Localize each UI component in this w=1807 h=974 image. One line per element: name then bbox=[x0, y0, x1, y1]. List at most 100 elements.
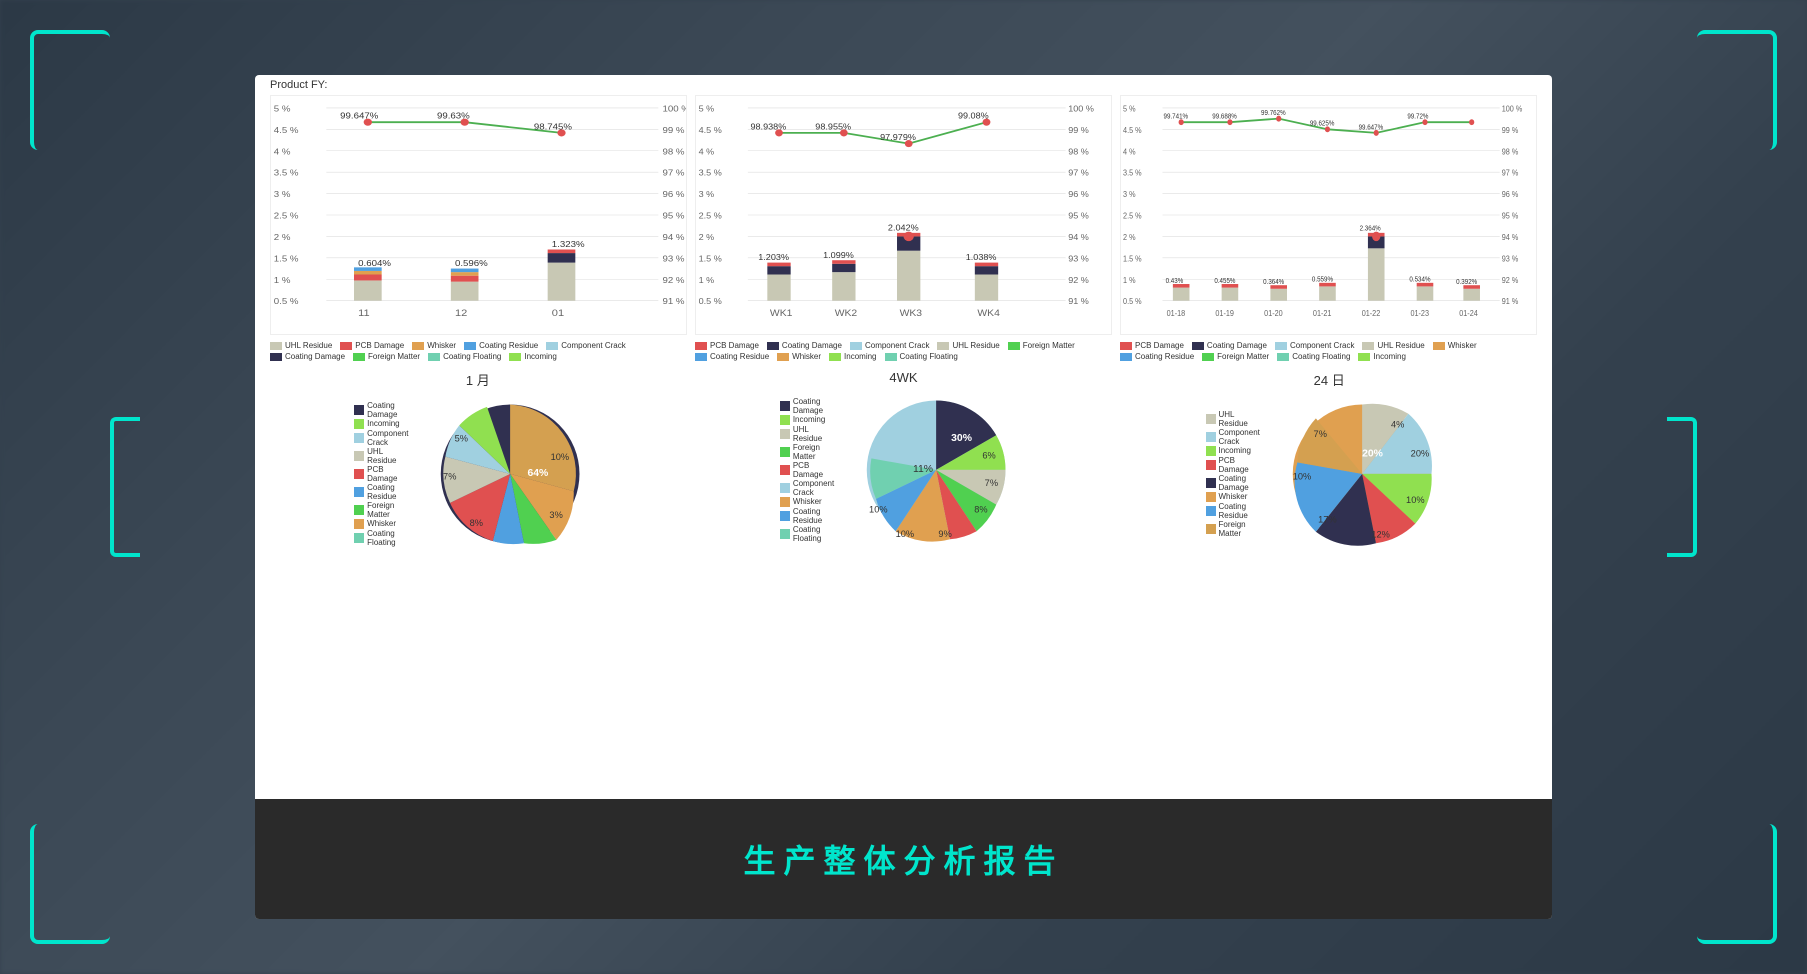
svg-text:0.5 %: 0.5 % bbox=[1123, 297, 1142, 307]
svg-text:01-22: 01-22 bbox=[1362, 309, 1381, 319]
legend-item: Coating Residue bbox=[695, 352, 769, 361]
svg-text:3.5 %: 3.5 % bbox=[274, 168, 299, 177]
pie1-title: 1 月 bbox=[466, 370, 490, 389]
svg-text:95 %: 95 % bbox=[1502, 211, 1519, 221]
svg-text:94 %: 94 % bbox=[1502, 233, 1519, 243]
pie2-svg: 30% 6% 7% 8% 9% 10% 10% 11% bbox=[845, 389, 1027, 551]
svg-text:0.392%: 0.392% bbox=[1456, 279, 1477, 286]
svg-text:98 %: 98 % bbox=[1502, 147, 1519, 157]
svg-text:0.534%: 0.534% bbox=[1409, 276, 1430, 283]
chart2-svg: 5 % 4.5 % 4 % 3.5 % 3 % 2.5 % 2 % 1.5 % … bbox=[696, 96, 1111, 334]
svg-text:8%: 8% bbox=[470, 518, 483, 528]
legend-item: Incoming bbox=[509, 352, 556, 361]
pie2-title: 4WK bbox=[889, 370, 917, 385]
svg-text:11: 11 bbox=[358, 309, 370, 319]
legend-item: PCB Damage bbox=[695, 341, 759, 350]
svg-text:01: 01 bbox=[552, 309, 565, 319]
svg-text:10%: 10% bbox=[896, 529, 914, 539]
svg-text:10%: 10% bbox=[1292, 472, 1310, 482]
legend-item: Incoming bbox=[829, 352, 876, 361]
bottom-title: 生产整体分析报告 bbox=[743, 836, 1063, 882]
svg-text:99.72%: 99.72% bbox=[1407, 113, 1428, 120]
svg-text:4.5 %: 4.5 % bbox=[1123, 125, 1142, 135]
svg-text:97 %: 97 % bbox=[662, 168, 684, 177]
chart-daily: 5 % 4.5 % 4 % 3.5 % 3 % 2.5 % 2 % 1.5 % … bbox=[1120, 95, 1537, 335]
svg-text:1.203%: 1.203% bbox=[758, 253, 789, 263]
main-panel: Product FY: 5 bbox=[255, 75, 1552, 919]
svg-text:9%: 9% bbox=[938, 529, 951, 539]
legend-item: UHL Residue bbox=[937, 341, 999, 350]
svg-text:1.038%: 1.038% bbox=[966, 253, 997, 263]
legend-item: Coating Residue bbox=[1120, 352, 1194, 361]
pie3-legend: UHL Residue Component Crack Incoming PCB… bbox=[1206, 410, 1263, 538]
legend-item: UHL Residue bbox=[1362, 341, 1424, 350]
legend2: PCB Damage Coating Damage Component Crac… bbox=[695, 341, 1112, 361]
svg-text:2 %: 2 % bbox=[1123, 233, 1136, 243]
svg-text:3 %: 3 % bbox=[699, 190, 715, 200]
svg-text:01-23: 01-23 bbox=[1410, 309, 1429, 319]
svg-text:98 %: 98 % bbox=[662, 147, 684, 156]
svg-text:12: 12 bbox=[455, 309, 468, 319]
svg-text:1.099%: 1.099% bbox=[823, 250, 854, 260]
svg-text:2 %: 2 % bbox=[274, 233, 291, 242]
svg-text:96 %: 96 % bbox=[1502, 190, 1519, 200]
svg-text:99.08%: 99.08% bbox=[958, 111, 989, 121]
svg-text:7%: 7% bbox=[1313, 429, 1326, 439]
svg-text:10%: 10% bbox=[869, 505, 887, 515]
chart3-svg: 5 % 4.5 % 4 % 3.5 % 3 % 2.5 % 2 % 1.5 % … bbox=[1121, 96, 1536, 334]
legend-item: Foreign Matter bbox=[353, 352, 420, 361]
svg-text:1 %: 1 % bbox=[699, 275, 715, 285]
pie-section: 1 月 Coating Damage Incoming Component Cr… bbox=[270, 365, 1537, 560]
svg-text:1.5 %: 1.5 % bbox=[1123, 254, 1142, 264]
svg-text:1.5 %: 1.5 % bbox=[274, 254, 299, 263]
svg-text:2.5 %: 2.5 % bbox=[699, 211, 722, 221]
svg-text:98 %: 98 % bbox=[1068, 147, 1089, 157]
svg-text:96 %: 96 % bbox=[662, 190, 684, 199]
svg-text:91 %: 91 % bbox=[1502, 297, 1519, 307]
svg-text:91 %: 91 % bbox=[662, 297, 684, 306]
legend-item: Component Crack bbox=[1275, 341, 1354, 350]
pie-panel-2: 4WK Coating Damage Incoming UHL Residue … bbox=[696, 370, 1112, 555]
corner-bracket-tl bbox=[30, 30, 110, 150]
svg-text:WK3: WK3 bbox=[900, 309, 923, 320]
svg-text:98.955%: 98.955% bbox=[815, 122, 851, 132]
svg-text:99 %: 99 % bbox=[662, 126, 684, 135]
legend-item: Coating Damage bbox=[767, 341, 842, 350]
svg-text:1.323%: 1.323% bbox=[552, 240, 585, 249]
svg-text:12%: 12% bbox=[1371, 530, 1389, 540]
pie-panel-1: 1 月 Coating Damage Incoming Component Cr… bbox=[270, 370, 686, 555]
svg-text:01-19: 01-19 bbox=[1215, 309, 1234, 319]
pie1-legend: Coating Damage Incoming Component Crack … bbox=[354, 401, 411, 547]
svg-text:92 %: 92 % bbox=[1068, 275, 1089, 285]
corner-bracket-bl bbox=[30, 824, 110, 944]
charts-area: Product FY: 5 bbox=[255, 75, 1552, 799]
legend3: PCB Damage Coating Damage Component Crac… bbox=[1120, 341, 1537, 361]
svg-text:5 %: 5 % bbox=[1123, 104, 1136, 114]
legend-item: Component Crack bbox=[546, 341, 625, 350]
svg-text:20%: 20% bbox=[1362, 449, 1383, 460]
svg-text:0.43%: 0.43% bbox=[1166, 278, 1184, 285]
svg-text:4 %: 4 % bbox=[699, 147, 715, 157]
chart1-svg: 5 % 4.5 % 4 % 3.5 % 3 % 2.5 % 2 % 1.5 % … bbox=[271, 96, 686, 334]
legend-item: Coating Residue bbox=[464, 341, 538, 350]
svg-text:4.5 %: 4.5 % bbox=[699, 125, 722, 135]
svg-text:30%: 30% bbox=[951, 433, 972, 444]
svg-text:10%: 10% bbox=[1406, 495, 1424, 505]
pie3-title: 24 日 bbox=[1314, 370, 1345, 389]
svg-text:0.596%: 0.596% bbox=[455, 259, 488, 268]
legend-item: Coating Damage bbox=[1192, 341, 1267, 350]
svg-text:64%: 64% bbox=[528, 468, 549, 479]
svg-text:92 %: 92 % bbox=[662, 275, 684, 284]
svg-text:100 %: 100 % bbox=[1068, 104, 1094, 114]
svg-text:1 %: 1 % bbox=[1123, 275, 1136, 285]
svg-text:01-20: 01-20 bbox=[1264, 309, 1283, 319]
pie2-content: Coating Damage Incoming UHL Residue Fore… bbox=[780, 389, 1027, 551]
svg-text:5 %: 5 % bbox=[699, 104, 715, 114]
svg-text:WK4: WK4 bbox=[977, 309, 1000, 320]
legend-item: UHL Residue bbox=[270, 341, 332, 350]
svg-text:93 %: 93 % bbox=[662, 254, 684, 263]
svg-text:100 %: 100 % bbox=[1502, 104, 1523, 114]
svg-text:3%: 3% bbox=[550, 510, 563, 520]
svg-text:20%: 20% bbox=[1410, 449, 1428, 459]
svg-text:01-21: 01-21 bbox=[1313, 309, 1332, 319]
